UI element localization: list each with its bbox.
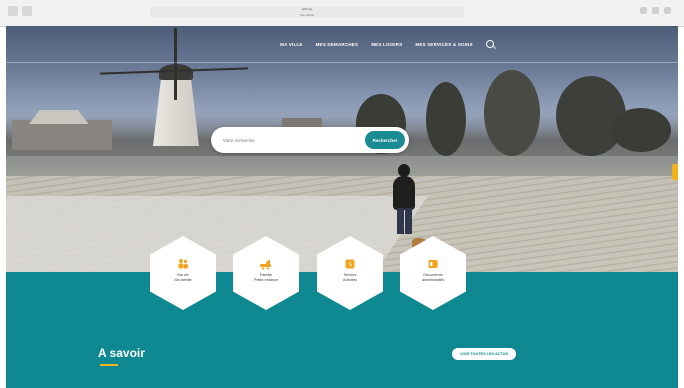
nav-item-mes-loisirs[interactable]: MES LOISIRS [371,42,402,47]
nav-item-ma-ville[interactable]: MA VILLE [280,42,302,47]
main-nav: MA VILLE MES DEMARCHES MES LOISIRS MES S… [6,26,678,62]
browser-toolbar: tellin.be Site officiel [0,0,684,27]
quick-link-ma-vie[interactable]: Ma vie Ma famille [150,236,216,310]
back-icon[interactable] [8,6,18,16]
quick-link-label: Petite enfance [253,278,279,282]
tree [484,70,540,156]
web-page: MA VILLE MES DEMARCHES MES LOISIRS MES S… [6,26,678,388]
quick-link-label: administratifs [421,278,445,282]
house [12,120,112,150]
nav-item-mes-services[interactable]: MES SERVICES & SOINS [415,42,472,47]
section-title-underline [100,364,118,366]
age-icon [345,259,355,269]
nav-item-mes-demarches[interactable]: MES DEMARCHES [316,42,359,47]
search-icon[interactable] [485,40,494,48]
person-walking [391,164,417,234]
tree [611,108,671,152]
search-button[interactable]: Rechercher [365,131,405,149]
tabs-overview-icon[interactable] [664,7,671,14]
quick-link-documents[interactable]: Documents administratifs [400,236,466,310]
add-tab-icon[interactable] [652,7,659,14]
search-bar: Rechercher [211,127,409,153]
quick-link-seniors[interactable]: Seniors Activités [317,236,383,310]
windmill-blade [174,70,177,100]
baby-icon [260,260,272,270]
address-bar[interactable]: tellin.be Site officiel [150,6,464,18]
quick-link-famille[interactable]: Famille Petite enfance [233,236,299,310]
tree [426,82,466,156]
side-tab[interactable] [672,164,678,180]
quick-link-label: Activités [342,278,358,282]
search-input[interactable] [223,135,353,145]
address-subtitle: Site officiel [299,13,315,17]
all-news-button[interactable]: VOIR TOUTES LES ACTUS [452,348,516,360]
tree [556,76,626,156]
section-title: A savoir [98,346,145,360]
share-icon[interactable] [640,7,647,14]
nav-divider [6,62,678,63]
family-icon [178,259,188,269]
id-card-icon [428,260,438,268]
forward-icon[interactable] [22,6,32,16]
quick-link-label: Ma famille [174,278,192,282]
